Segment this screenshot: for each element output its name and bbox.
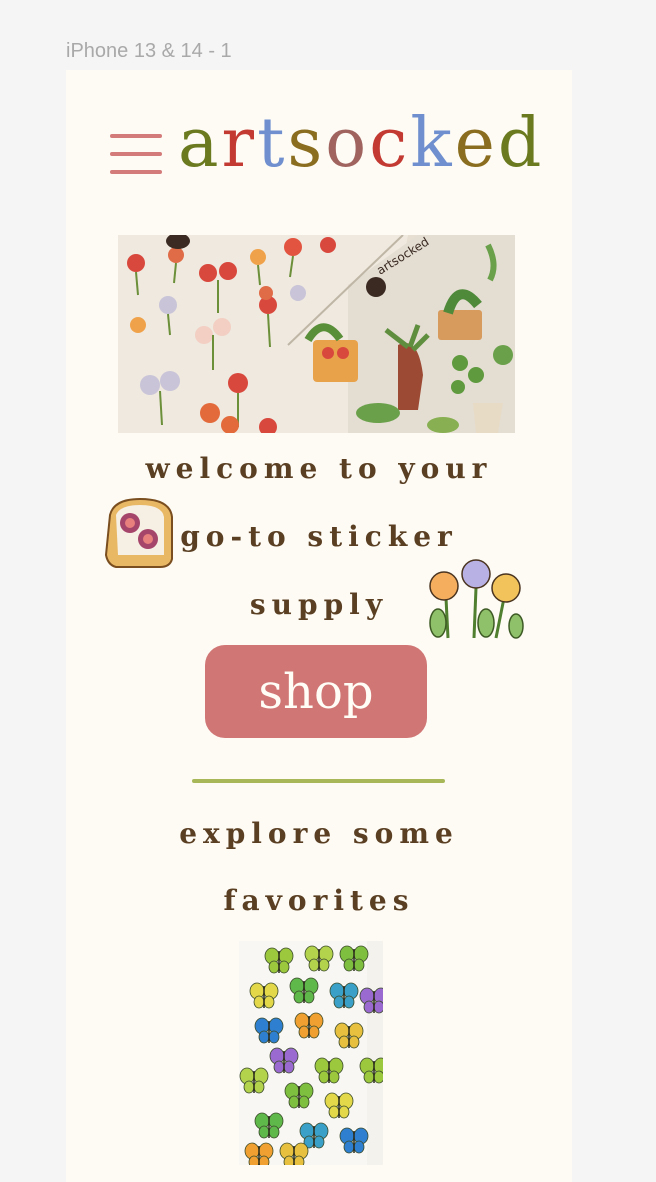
logo-letter: k [410, 104, 455, 183]
butterfly-icon [264, 947, 294, 974]
butterfly-icon [339, 1127, 369, 1154]
butterfly-icon [254, 1112, 284, 1139]
logo-letter: c [369, 104, 411, 183]
butterfly-icon [269, 1047, 299, 1074]
favorites-line-1: explore some [179, 817, 459, 850]
logo-letter: s [287, 104, 326, 183]
welcome-line-1: welcome to your [145, 452, 493, 485]
butterfly-icon [239, 1067, 269, 1094]
butterfly-icon [289, 977, 319, 1004]
site-logo[interactable]: artsocked [178, 110, 544, 178]
welcome-line-2: go-to sticker [180, 520, 458, 553]
shop-button[interactable]: shop [205, 645, 427, 738]
butterfly-icon [279, 1142, 309, 1165]
logo-letter: a [178, 104, 222, 183]
butterfly-icon [254, 1017, 284, 1044]
phone-screen: artsocked artsocked welcome to your go-t… [66, 70, 572, 1182]
flowers-sticker-icon [426, 558, 528, 642]
logo-letter: e [454, 104, 498, 183]
hamburger-menu-icon[interactable] [110, 134, 162, 176]
logo-letter: d [497, 104, 545, 183]
frame-title: iPhone 13 & 14 - 1 [66, 40, 232, 62]
butterfly-icon [249, 982, 279, 1009]
logo-letter: r [221, 104, 258, 183]
butterfly-icon [314, 1057, 344, 1084]
butterfly-icon [284, 1082, 314, 1109]
logo-letter: o [325, 104, 370, 183]
butterfly-icon [294, 1012, 324, 1039]
butterfly-icon [334, 1022, 364, 1049]
butterfly-icon [244, 1142, 274, 1165]
section-divider [192, 779, 445, 783]
hero-image: artsocked [118, 235, 515, 433]
butterfly-icon [324, 1092, 354, 1119]
butterfly-icon [339, 945, 369, 972]
logo-letter: t [257, 104, 288, 183]
butterfly-icon [304, 945, 334, 972]
favorites-line-2: favorites [223, 884, 415, 917]
product-image-butterflies[interactable] [239, 941, 383, 1165]
butterfly-icon [329, 982, 359, 1009]
